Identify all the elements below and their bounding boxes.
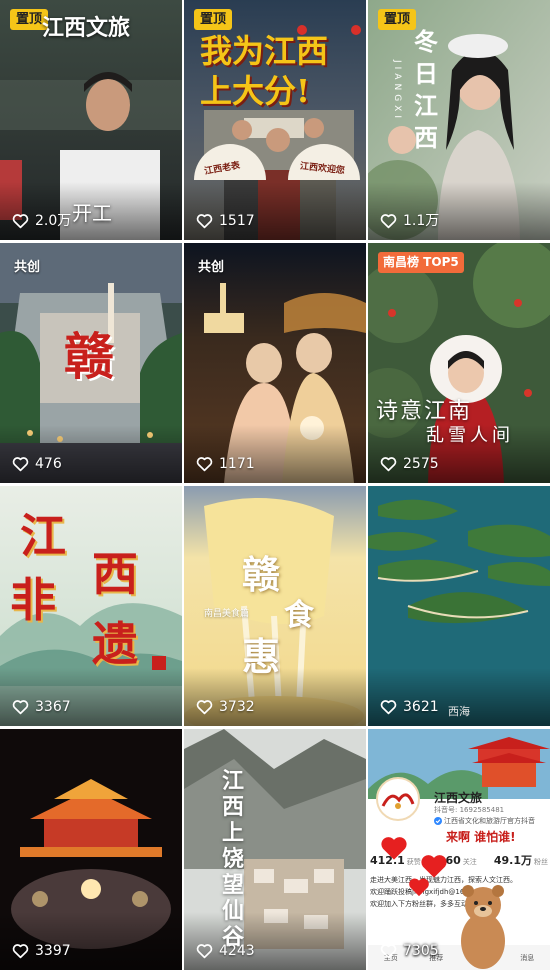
video-title: 赣 bbox=[64, 327, 114, 386]
video-title-char-2: 西 bbox=[92, 547, 138, 601]
like-count-value: 3732 bbox=[219, 699, 255, 715]
verified-badge: 江西省文化和旅游厅官方抖音 bbox=[434, 816, 535, 826]
like-count-value: 3621 bbox=[403, 699, 439, 715]
video-title-char-2: 日 bbox=[414, 59, 438, 88]
verified-icon bbox=[434, 817, 442, 825]
like-count: 1517 bbox=[196, 213, 255, 229]
video-tile-7[interactable]: 江 西 非 遗 3367 bbox=[0, 486, 182, 726]
video-title-char-1: 冬 bbox=[414, 27, 438, 56]
profile-name: 江西文旅 bbox=[434, 791, 483, 805]
stat-likes-label: 获赞 bbox=[406, 858, 421, 866]
video-title-char-3: 惠 bbox=[242, 634, 281, 679]
like-count: 7305 bbox=[380, 943, 439, 959]
heart-icon bbox=[380, 214, 397, 229]
like-count-value: 2575 bbox=[403, 456, 439, 472]
heart-icon bbox=[380, 700, 397, 715]
co-create-tag: 共创 bbox=[198, 260, 225, 275]
heart-icon bbox=[12, 214, 29, 229]
logo-icon bbox=[381, 793, 415, 809]
video-tile-5[interactable]: 共创 1171 bbox=[184, 243, 366, 483]
like-count-value: 1171 bbox=[219, 456, 255, 472]
pinned-badge: 置顶 bbox=[378, 9, 417, 30]
like-count: 1.1万 bbox=[380, 213, 439, 229]
like-count: 4243 bbox=[196, 943, 255, 959]
like-count-value: 4243 bbox=[219, 943, 255, 959]
heart-sticker-icon bbox=[381, 837, 407, 860]
video-tile-9[interactable]: 西海 3621 bbox=[368, 486, 550, 726]
profile-desc: 江西省文化和旅游厅官方抖音 bbox=[444, 817, 535, 825]
video-tile-11[interactable]: 江 西 上 饶 望 仙 谷 4243 bbox=[184, 729, 366, 970]
profile-avatar bbox=[376, 777, 420, 821]
video-title-line-1: 我为江西 bbox=[200, 32, 329, 70]
video-tile-3[interactable]: 置顶 冬 日 江 西 JIANGXI 1.1万 bbox=[368, 0, 550, 240]
bottom-shade bbox=[0, 912, 182, 970]
video-subtitle: 南昌美食篇 bbox=[204, 609, 250, 619]
stat-fans-label: 粉丝 bbox=[534, 858, 548, 866]
like-count: 3367 bbox=[12, 699, 71, 715]
heart-icon bbox=[380, 457, 397, 472]
like-count: 2.0万 bbox=[12, 213, 71, 229]
heart-icon bbox=[12, 457, 29, 472]
heart-icon bbox=[12, 944, 29, 959]
like-count: 476 bbox=[12, 456, 62, 472]
like-count-value: 2.0万 bbox=[35, 213, 72, 229]
bottom-shade bbox=[184, 425, 366, 483]
video-title-char-3: 江 bbox=[414, 91, 438, 120]
like-count: 3397 bbox=[12, 943, 71, 959]
bear-mascot-icon bbox=[461, 885, 505, 969]
video-title-char-4: 遗 bbox=[92, 617, 138, 671]
video-tile-2[interactable]: 置顶 我为江西 上大分! 江西老表 江西欢迎您 1517 bbox=[184, 0, 366, 240]
heart-icon bbox=[380, 944, 397, 959]
like-count-value: 476 bbox=[35, 456, 62, 472]
video-tile-8[interactable]: 赣 食 惠 南昌美食篇 3732 bbox=[184, 486, 366, 726]
video-caption: 乱雪人间 bbox=[426, 425, 514, 446]
bottom-shade bbox=[0, 668, 182, 726]
ranking-tag: 南昌榜 TOP5 bbox=[378, 252, 464, 273]
video-title: 江西文旅 bbox=[42, 16, 131, 41]
video-subtitle: JIANGXI bbox=[392, 60, 402, 122]
like-count-value: 1517 bbox=[219, 213, 255, 229]
video-tile-12[interactable]: 江西文旅 抖音号: 1692585481 江西省文化和旅游厅官方抖音 来啊 谁怕… bbox=[368, 729, 550, 970]
bottom-shade bbox=[184, 182, 366, 240]
video-tile-10[interactable]: 3397 bbox=[0, 729, 182, 970]
video-title-char-2: 食 bbox=[284, 598, 314, 633]
video-tile-1[interactable]: 置顶 江西文旅 开工 2.0万 bbox=[0, 0, 182, 240]
like-count: 1171 bbox=[196, 456, 255, 472]
like-count-value: 7305 bbox=[403, 943, 439, 959]
like-count: 2575 bbox=[380, 456, 439, 472]
video-caption: 开工 bbox=[72, 201, 112, 225]
like-count-value: 3367 bbox=[35, 699, 71, 715]
heart-icon bbox=[196, 457, 213, 472]
heart-icon bbox=[196, 700, 213, 715]
profile-slogan: 来啊 谁怕谁! bbox=[446, 830, 516, 844]
heart-sticker-icon bbox=[421, 855, 447, 878]
like-count-value: 3397 bbox=[35, 943, 71, 959]
video-title-char-1: 江 bbox=[20, 509, 66, 563]
profile-id: 抖音号: 1692585481 bbox=[434, 806, 505, 814]
bottom-shade bbox=[184, 912, 366, 970]
heart-icon bbox=[196, 214, 213, 229]
like-count-value: 1.1万 bbox=[403, 213, 440, 229]
bottom-shade bbox=[0, 425, 182, 483]
stat-fans-value: 49.1万 bbox=[493, 854, 532, 867]
like-count: 3621 bbox=[380, 699, 439, 715]
tab-messages[interactable]: 消息 bbox=[520, 953, 534, 963]
video-title-char-4: 西 bbox=[414, 123, 438, 152]
video-tile-4[interactable]: 共创 赣 476 bbox=[0, 243, 182, 483]
co-create-tag: 共创 bbox=[14, 260, 41, 275]
video-tile-6[interactable]: 南昌榜 TOP5 诗意江南 乱雪人间 2575 bbox=[368, 243, 550, 483]
heart-icon bbox=[196, 944, 213, 959]
video-grid: 置顶 江西文旅 开工 2.0万 置顶 我为江西 上大分! 江西老表 江西欢迎您 … bbox=[0, 0, 550, 970]
pinned-badge: 置顶 bbox=[194, 9, 233, 30]
video-caption: 西海 bbox=[448, 705, 470, 718]
stat-fans: 49.1万 粉丝 bbox=[494, 852, 548, 868]
video-title-line-2: 上大分! bbox=[200, 72, 311, 110]
like-count: 3732 bbox=[196, 699, 255, 715]
heart-icon bbox=[12, 700, 29, 715]
stat-following-label: 关注 bbox=[462, 858, 477, 866]
video-title-char-1: 赣 bbox=[242, 552, 281, 597]
bottom-shade bbox=[368, 182, 550, 240]
video-title-char-3: 非 bbox=[10, 573, 56, 627]
heart-sticker-icon bbox=[409, 878, 429, 897]
